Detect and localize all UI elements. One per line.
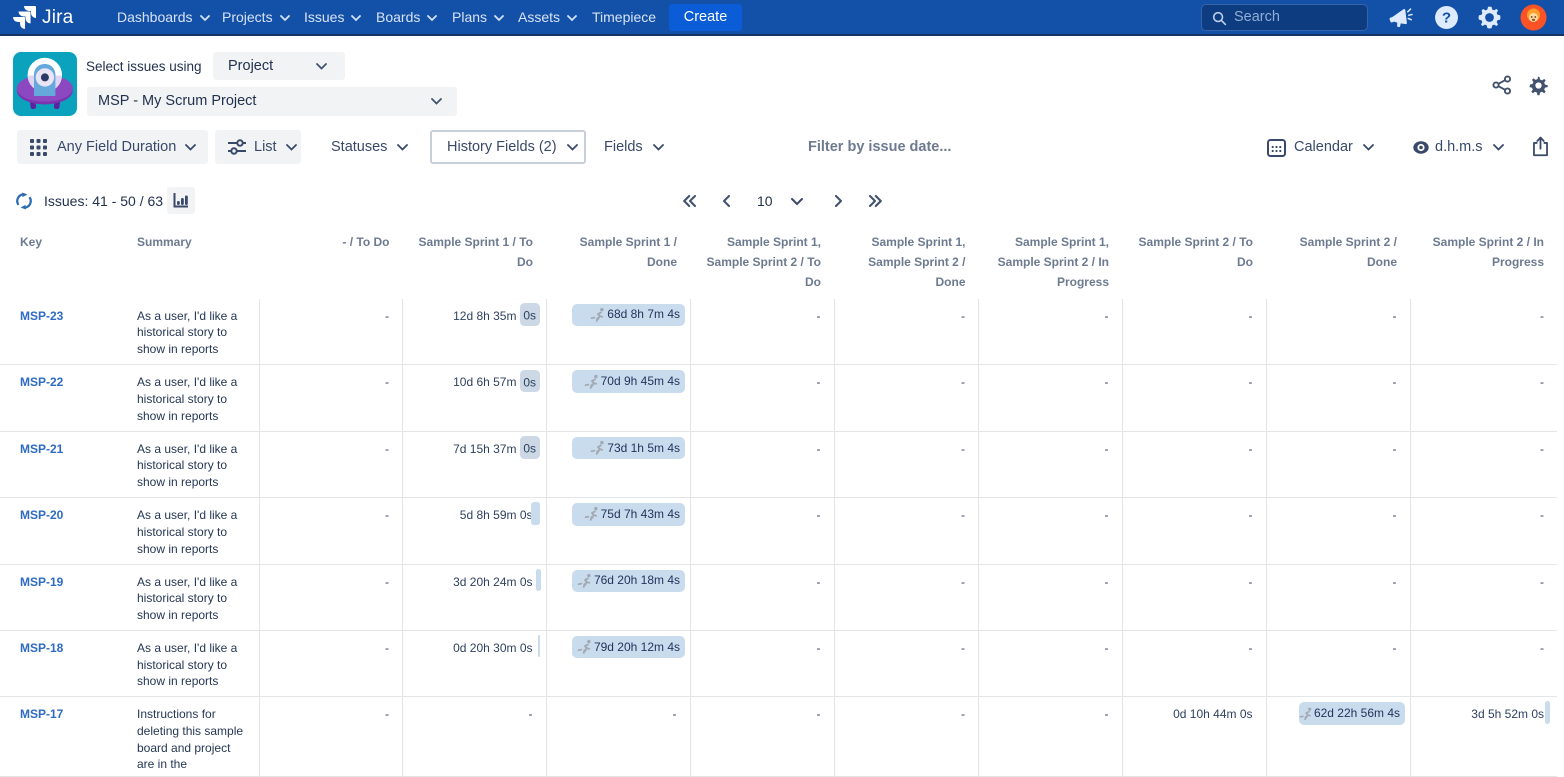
svg-text:?: ? xyxy=(1442,10,1451,27)
